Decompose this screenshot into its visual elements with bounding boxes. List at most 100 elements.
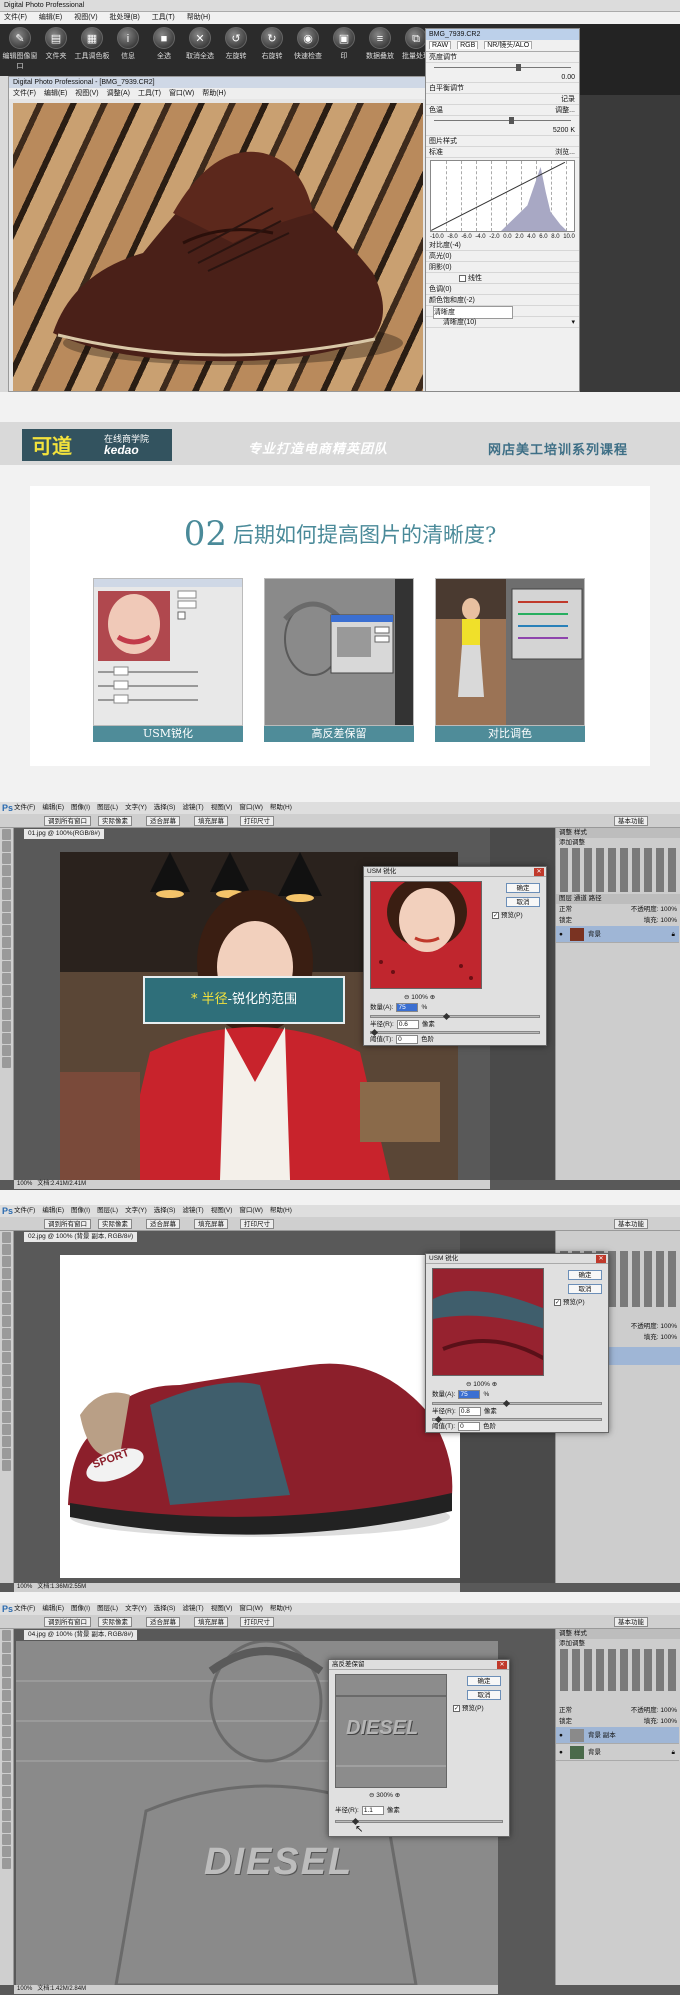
hand-tool-icon[interactable] [2,1846,11,1857]
ps-menu-type[interactable]: 文字(Y) [125,1605,147,1612]
ps-menu-filter[interactable]: 滤镜(T) [182,804,203,811]
ps-menu-type[interactable]: 文字(Y) [125,804,147,811]
heal-tool-icon[interactable] [2,901,11,912]
ps-menu-image[interactable]: 图像(I) [71,804,90,811]
ps-menu-image[interactable]: 图像(I) [71,1605,90,1612]
heal-tool-icon[interactable] [2,1702,11,1713]
dodge-tool-icon[interactable] [2,985,11,996]
shape-tool-icon[interactable] [2,1033,11,1044]
cancel-button[interactable]: 取消 [467,1690,501,1700]
inner-menu-tools[interactable]: 工具(T) [138,90,161,97]
toolbar-folder-button[interactable]: ▤ 文件夹 [38,27,74,73]
dodge-tool-icon[interactable] [2,1388,11,1399]
ps-menu-select[interactable]: 选择(S) [154,804,176,811]
threshold-input[interactable]: 0 [396,1035,419,1044]
shape-tool-icon[interactable] [2,1834,11,1845]
shape-tool-icon[interactable] [2,1436,11,1447]
ps-menu-file[interactable]: 文件(F) [14,804,35,811]
pen-tool-icon[interactable] [2,1400,11,1411]
wand-tool-icon[interactable] [2,1666,11,1677]
pen-tool-icon[interactable] [2,1798,11,1809]
dpp-menu-file[interactable]: 文件(F) [4,14,27,21]
color-temp-select[interactable]: 色温 [429,107,443,114]
ps-menu-layer[interactable]: 图层(L) [97,804,118,811]
eye-icon[interactable]: ● [556,926,566,943]
brightness-value[interactable]: 0.00 [561,72,575,83]
radius-slider[interactable] [432,1418,602,1421]
ok-button[interactable]: 确定 [467,1676,501,1686]
fit-screen-button[interactable]: 适合屏幕 [146,816,180,826]
eyedropper-tool-icon[interactable] [2,889,11,900]
fill-screen-button[interactable]: 填充屏幕 [194,816,228,826]
toolbar-select-all-button[interactable]: ■ 全选 [146,27,182,73]
close-icon[interactable]: ✕ [497,1661,507,1669]
slider-knob[interactable] [516,64,522,71]
crop-tool-icon[interactable] [2,1678,11,1689]
zoom-level[interactable]: 100% [17,1584,32,1590]
preview-checkbox[interactable]: ✓ [554,1298,561,1306]
eraser-tool-icon[interactable] [2,1352,11,1363]
type-tool-icon[interactable] [2,1810,11,1821]
ps-menu-view[interactable]: 视图(V) [211,1207,233,1214]
ps-menu-type[interactable]: 文字(Y) [125,1207,147,1214]
ps-menu-window[interactable]: 窗口(W) [239,804,262,811]
heal-tool-icon[interactable] [2,1304,11,1315]
threshold-input[interactable]: 0 [458,1422,481,1431]
toolbar-stack-button[interactable]: ≡ 数据叠放 [362,27,398,73]
palette-tab-rgb[interactable]: RGB [457,41,479,49]
picture-style-select[interactable]: 标准 [429,149,443,156]
radius-input[interactable]: 0.6 [396,1020,419,1029]
browse-button[interactable]: 浏览... [555,147,575,158]
amount-input[interactable]: 75 [396,1003,419,1012]
adjustment-icons[interactable] [556,848,680,892]
amount-input[interactable]: 75 [458,1390,481,1399]
palette-tab-raw[interactable]: RAW [429,41,452,49]
zoom-tool-icon[interactable] [2,1460,11,1471]
preview-checkbox[interactable]: ✓ [492,911,499,919]
ps-menu-edit[interactable]: 编辑(E) [42,804,64,811]
scroll-all-windows-button[interactable]: 调到所有窗口 [44,1617,91,1627]
zoom-in-icon[interactable]: ⊕ [492,1381,497,1388]
channels-tab[interactable]: 通道 [574,895,587,902]
history-brush-icon[interactable] [2,1738,11,1749]
pen-tool-icon[interactable] [2,997,11,1008]
path-select-icon[interactable] [2,1021,11,1032]
adjustment-icons[interactable] [556,1649,680,1691]
eye-icon[interactable]: ● [556,1727,566,1744]
toolbar-rotate-left-button[interactable]: ↺ 左旋转 [218,27,254,73]
print-size-button[interactable]: 打印尺寸 [240,1219,274,1229]
toolbar-edit-image-button[interactable]: ✎ 编辑图像窗口 [2,27,38,73]
usm-preview[interactable] [432,1268,544,1376]
toolbar-info-button[interactable]: i 信息 [110,27,146,73]
ps-menu-view[interactable]: 视图(V) [211,1605,233,1612]
ps-menu-help[interactable]: 帮助(H) [270,804,292,811]
toolbar-quick-check-button[interactable]: ◉ 快速检查 [290,27,326,73]
ps-menu-filter[interactable]: 滤镜(T) [182,1207,203,1214]
document-tab[interactable]: 01.jpg @ 100%(RGB/8#) [24,829,104,839]
path-select-icon[interactable] [2,1424,11,1435]
history-brush-icon[interactable] [2,1340,11,1351]
workspace-select[interactable]: 基本功能 [614,1219,648,1229]
zoom-level[interactable]: 100% [17,1181,32,1187]
move-tool-icon[interactable] [2,829,11,840]
lasso-tool-icon[interactable] [2,1654,11,1665]
dpp-menu-edit[interactable]: 编辑(E) [39,14,62,21]
actual-pixels-button[interactable]: 实际像素 [98,816,132,826]
wb-adjust-button[interactable]: 调整... [555,105,575,116]
radius-input[interactable]: 1.1 [361,1806,384,1815]
hand-tool-icon[interactable] [2,1045,11,1056]
wand-tool-icon[interactable] [2,1268,11,1279]
eyedropper-tool-icon[interactable] [2,1292,11,1303]
toolbar-deselect-button[interactable]: ✕ 取消全选 [182,27,218,73]
blend-mode-select[interactable]: 正常 [559,906,572,913]
ps-menu-layer[interactable]: 图层(L) [97,1605,118,1612]
stamp-tool-icon[interactable] [2,925,11,936]
ps-menu-select[interactable]: 选择(S) [154,1207,176,1214]
type-tool-icon[interactable] [2,1009,11,1020]
toolbar-toolbox-button[interactable]: ▦ 工具调色板 [74,27,110,73]
path-select-icon[interactable] [2,1822,11,1833]
blend-mode-select[interactable]: 正常 [559,1707,572,1714]
ps-menu-window[interactable]: 窗口(W) [239,1207,262,1214]
fill-screen-button[interactable]: 填充屏幕 [194,1219,228,1229]
amount-slider[interactable] [432,1402,602,1405]
